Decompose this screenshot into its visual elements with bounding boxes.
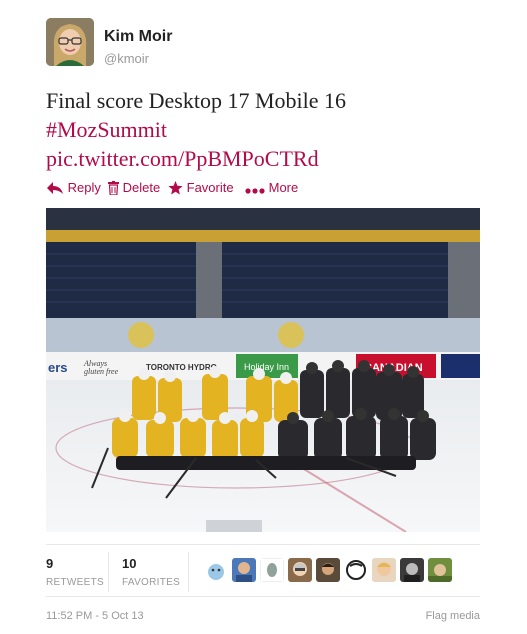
favorite-button[interactable]: Favorite [168, 180, 234, 195]
user-fullname[interactable]: Kim Moir [104, 28, 172, 46]
favoriter-avatar[interactable] [400, 558, 424, 582]
retweets-stat[interactable]: 9 RETWEETS [46, 556, 104, 588]
favoriter-avatar[interactable] [260, 558, 284, 582]
tweet-body: Final score Desktop 17 Mobile 16 [46, 88, 347, 113]
divider [46, 596, 480, 597]
favoriter-avatar[interactable] [232, 558, 256, 582]
favoriter-avatar[interactable] [204, 558, 228, 582]
favorites-stat[interactable]: 10 FAVORITES [122, 556, 180, 588]
favoriter-avatar[interactable] [428, 558, 452, 582]
more-label: More [268, 180, 299, 195]
retweets-label: RETWEETS [46, 577, 104, 588]
trash-icon [108, 181, 119, 196]
svg-text:gluten free: gluten free [84, 367, 119, 376]
flag-media-link[interactable]: Flag media [426, 610, 480, 622]
reply-icon [47, 182, 63, 194]
favorites-label: FAVORITES [122, 577, 181, 588]
svg-text:ers: ers [48, 360, 68, 375]
more-button[interactable]: More [245, 180, 298, 195]
user-handle[interactable]: @kmoir [104, 51, 149, 66]
delete-button[interactable]: Delete [108, 180, 161, 196]
media-link[interactable]: pic.twitter.com/PpBMPoCTRd [46, 144, 486, 173]
svg-text:Holiday Inn: Holiday Inn [244, 362, 289, 372]
favorite-label: Favorite [186, 180, 234, 195]
favoriter-avatar[interactable] [344, 558, 368, 582]
avatar[interactable] [46, 18, 94, 66]
retweets-count: 9 [46, 556, 54, 571]
delete-label: Delete [122, 180, 161, 195]
more-dots-icon [245, 188, 265, 194]
favorites-count: 10 [122, 556, 137, 571]
favoriter-avatar[interactable] [316, 558, 340, 582]
stats-separator [108, 552, 109, 592]
tweet-header: Kim Moir @kmoir [46, 18, 486, 68]
hashtag-link[interactable]: #MozSummit [46, 115, 486, 144]
favoriter-avatar[interactable] [288, 558, 312, 582]
svg-text:TORONTO HYDRO: TORONTO HYDRO [146, 363, 217, 372]
reply-label: Reply [67, 180, 101, 195]
tweet-stats: 9 RETWEETS 10 FAVORITES [46, 552, 480, 592]
favoriter-avatar[interactable] [372, 558, 396, 582]
timestamp[interactable]: 11:52 PM - 5 Oct 13 [46, 610, 144, 622]
divider [46, 544, 480, 545]
tweet-footer: 11:52 PM - 5 Oct 13 Flag media [46, 610, 480, 622]
stats-separator [188, 552, 189, 592]
reply-button[interactable]: Reply [46, 180, 101, 195]
star-icon [168, 181, 183, 195]
tweet-text: Final score Desktop 17 Mobile 16 #MozSum… [46, 86, 486, 173]
tweet-photo[interactable]: ers Always gluten free TORONTO HYDRO Hol… [46, 208, 480, 532]
